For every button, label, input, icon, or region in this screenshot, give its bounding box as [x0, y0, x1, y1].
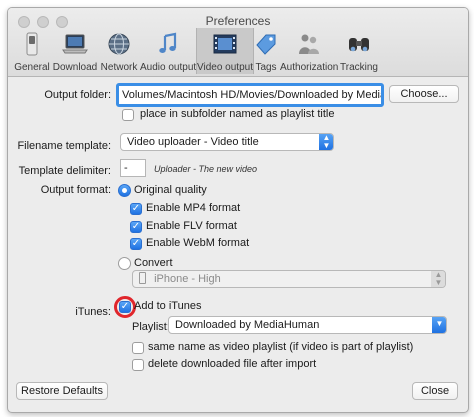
choose-button[interactable]: Choose...	[389, 85, 459, 103]
tab-tags[interactable]: Tags	[252, 28, 280, 74]
tag-icon	[256, 34, 276, 55]
chevron-down-icon: ▼	[432, 317, 446, 333]
add-to-itunes-checkbox[interactable]: ✓	[119, 301, 131, 313]
delete-file-checkbox[interactable]	[132, 359, 144, 371]
filename-template-dropdown[interactable]: Video uploader - Video title ▲ ▼	[120, 133, 334, 151]
output-folder-field[interactable]: Volumes/Macintosh HD/Movies/Downloaded b…	[116, 83, 384, 107]
playlist-label: Playlist:	[132, 321, 170, 333]
tab-general[interactable]: General	[12, 28, 52, 74]
enable-flv-checkbox[interactable]: ✓	[130, 221, 142, 233]
enable-flv-label: Enable FLV format	[146, 220, 237, 232]
delete-file-label: delete downloaded file after import	[148, 358, 317, 370]
titlebar: Preferences General Download Network Aud…	[8, 8, 468, 77]
tab-label: Tracking	[340, 62, 378, 73]
restore-defaults-button[interactable]: Restore Defaults	[16, 382, 108, 400]
itunes-label: iTunes:	[75, 306, 111, 318]
tab-label: Network	[100, 62, 138, 73]
output-folder-label: Output folder:	[44, 89, 111, 101]
template-delimiter-label: Template delimiter:	[18, 165, 111, 177]
tab-network[interactable]: Network	[98, 28, 140, 74]
template-delimiter-hint: Uploader - The new video	[154, 164, 258, 174]
binoculars-icon	[349, 38, 369, 52]
close-button[interactable]: Close	[412, 382, 458, 400]
tab-label: Audio output	[140, 62, 197, 73]
tab-audio-output[interactable]: Audio output	[140, 28, 196, 74]
tab-download[interactable]: Download	[52, 28, 98, 74]
playlist-value: Downloaded by MediaHuman	[175, 319, 320, 331]
filename-template-label: Filename template:	[17, 140, 111, 152]
enable-mp4-checkbox[interactable]: ✓	[130, 203, 142, 215]
window-title: Preferences	[205, 14, 271, 28]
film-strip-icon	[213, 34, 237, 54]
filename-template-value: Video uploader - Video title	[127, 136, 259, 148]
add-to-itunes-label: Add to iTunes	[134, 300, 202, 312]
convert-radio[interactable]	[118, 257, 131, 270]
tab-label: General	[14, 62, 50, 73]
subfolder-label: place in subfolder named as playlist tit…	[140, 108, 335, 120]
music-note-icon	[159, 32, 177, 53]
switch-icon	[26, 32, 38, 56]
playlist-dropdown[interactable]: Downloaded by MediaHuman ▼	[168, 316, 447, 334]
enable-webm-label: Enable WebM format	[146, 237, 250, 249]
laptop-icon	[62, 34, 88, 54]
tab-video-output[interactable]: Video output	[196, 28, 254, 74]
original-quality-label: Original quality	[134, 184, 207, 196]
convert-label: Convert	[134, 257, 173, 269]
tab-authorization[interactable]: Authorization	[280, 28, 338, 74]
template-delimiter-field[interactable]: -	[120, 159, 146, 177]
same-name-checkbox[interactable]	[132, 342, 144, 354]
enable-mp4-label: Enable MP4 format	[146, 202, 241, 214]
tab-label: Download	[52, 62, 98, 73]
globe-icon	[108, 33, 130, 55]
phone-icon	[139, 272, 146, 284]
tab-label: Tags	[255, 62, 277, 73]
tab-label: Authorization	[280, 62, 339, 73]
subfolder-checkbox[interactable]	[122, 109, 134, 121]
same-name-label: same name as video playlist (if video is…	[148, 341, 414, 353]
output-format-label: Output format:	[40, 184, 111, 196]
convert-profile-value: iPhone - High	[154, 273, 221, 285]
convert-profile-dropdown[interactable]: iPhone - High ▲ ▼	[132, 270, 446, 288]
original-quality-radio[interactable]	[118, 184, 131, 197]
tab-label: Video output	[197, 62, 253, 73]
chevron-updown-icon: ▲ ▼	[319, 134, 333, 150]
tab-tracking[interactable]: Tracking	[338, 28, 380, 74]
chevron-updown-icon: ▲ ▼	[431, 271, 445, 287]
people-icon	[299, 34, 319, 54]
preferences-window: Preferences General Download Network Aud…	[7, 7, 469, 413]
enable-webm-checkbox[interactable]: ✓	[130, 238, 142, 250]
